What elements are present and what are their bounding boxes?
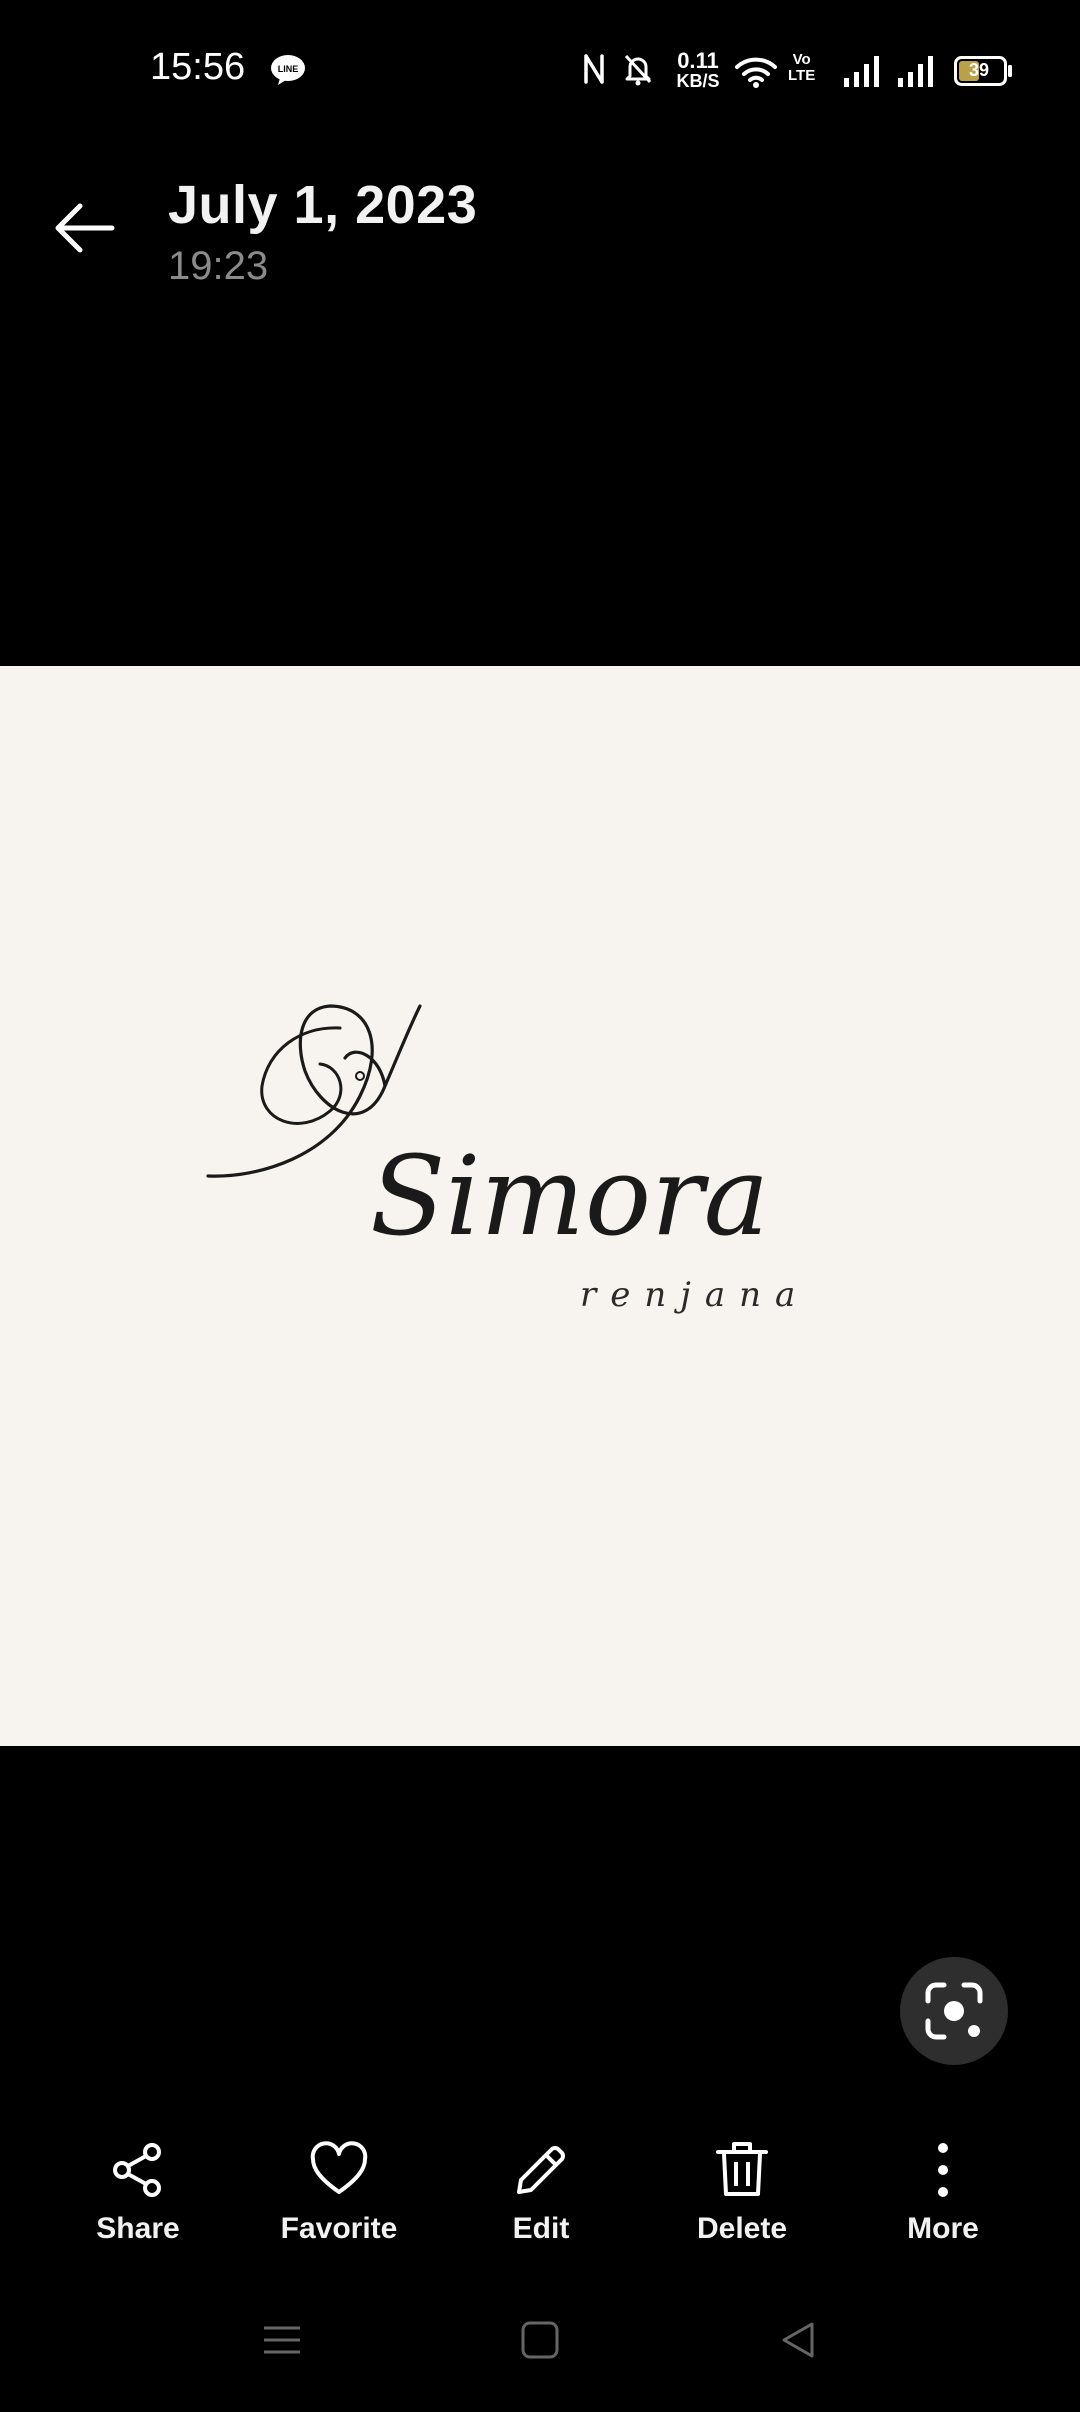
pencil-icon xyxy=(517,2146,565,2194)
status-icons: 0.11 KB/S Vo LTE 39 xyxy=(560,0,1080,140)
battery-level: 39 xyxy=(968,60,990,80)
favorite-button[interactable]: Favorite xyxy=(249,2140,429,2246)
battery-icon: 39 xyxy=(954,56,1014,86)
svg-text:LINE: LINE xyxy=(278,64,299,74)
line-app-icon: LINE xyxy=(271,55,305,85)
heart-icon xyxy=(310,2141,368,2194)
lens-search-icon xyxy=(925,1982,983,2040)
back-arrow-icon[interactable] xyxy=(52,200,116,256)
delete-button[interactable]: Delete xyxy=(652,2140,832,2246)
net-speed-unit: KB/S xyxy=(676,71,720,91)
edit-button[interactable]: Edit xyxy=(451,2140,631,2246)
signal-icon xyxy=(898,56,933,87)
logo-tagline: renjana xyxy=(580,1275,809,1315)
photo-view[interactable]: Simora renjana xyxy=(0,666,1080,1746)
status-bar: 15:56 LINE 0.11 KB/S Vo LTE 39 xyxy=(0,0,1080,140)
logo-image: Simora renjana xyxy=(206,1004,809,1315)
more-label: More xyxy=(907,2212,979,2245)
back-triangle-icon[interactable] xyxy=(778,2320,818,2360)
signal-icon xyxy=(844,56,879,87)
lens-button[interactable] xyxy=(900,1957,1008,2065)
share-icon xyxy=(113,2143,161,2197)
page-subtitle: 19:23 xyxy=(168,244,269,288)
delete-label: Delete xyxy=(696,2212,788,2245)
share-button[interactable]: Share xyxy=(48,2140,228,2246)
share-label: Share xyxy=(96,2212,180,2245)
more-vertical-icon xyxy=(938,2143,948,2197)
favorite-label: Favorite xyxy=(280,2212,398,2245)
wifi-icon xyxy=(735,57,777,88)
more-button[interactable]: More xyxy=(853,2140,1033,2246)
logo-title: Simora xyxy=(370,1132,769,1260)
volte-indicator: Vo LTE xyxy=(788,51,816,84)
trash-icon xyxy=(716,2142,768,2196)
edit-label: Edit xyxy=(512,2212,570,2245)
net-speed-value: 0.11 xyxy=(677,48,719,73)
net-speed: 0.11 KB/S xyxy=(670,48,726,91)
page-title: July 1, 2023 xyxy=(168,175,478,235)
home-square-icon[interactable] xyxy=(520,2320,560,2360)
status-clock: 15:56 xyxy=(150,46,246,88)
mute-bell-icon xyxy=(624,54,652,86)
menu-lines-icon[interactable] xyxy=(262,2320,302,2360)
nfc-icon xyxy=(584,54,604,84)
